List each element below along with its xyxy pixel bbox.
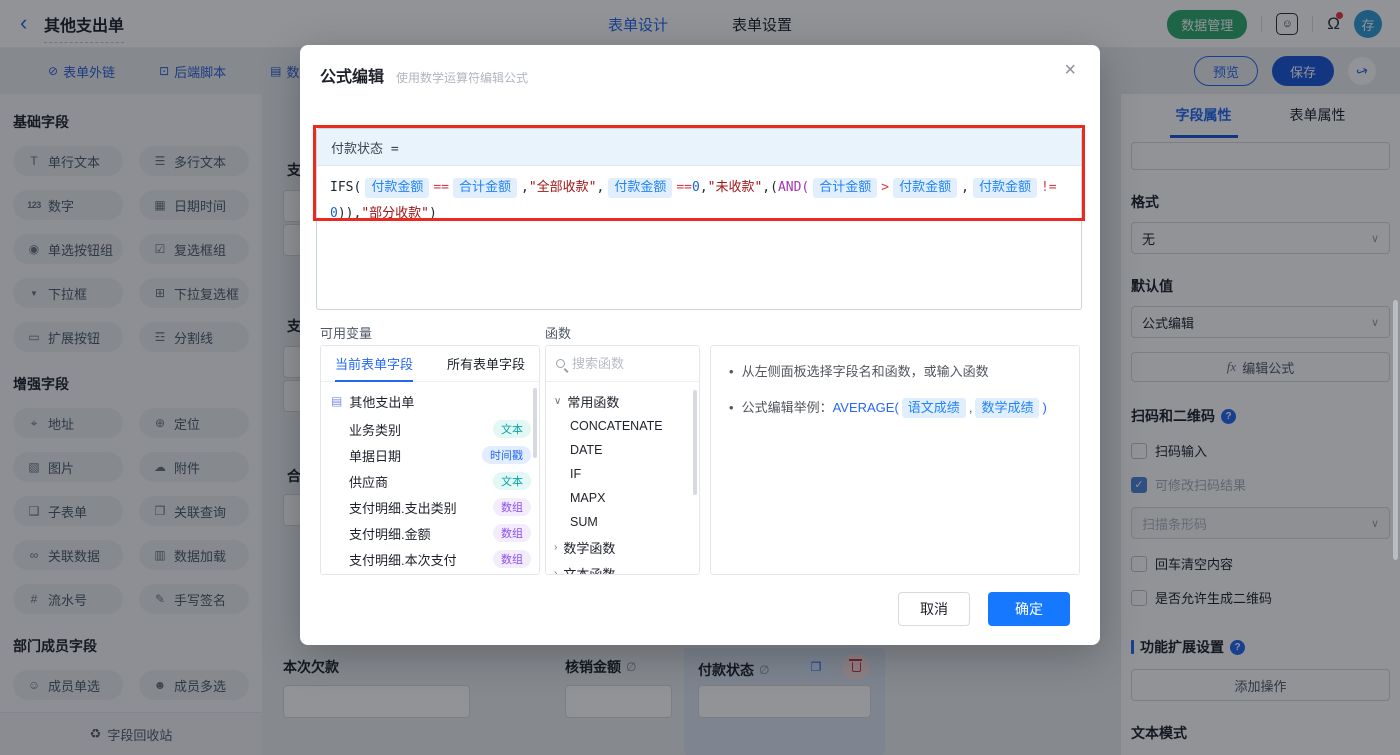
- bullet: •: [729, 400, 734, 415]
- formula-token: ==: [676, 180, 692, 195]
- chevron-right-icon: ›: [554, 541, 558, 553]
- variable-row[interactable]: 支付明细.金额 数组: [321, 520, 539, 546]
- function-group-common[interactable]: ∨ 常用函数: [546, 388, 699, 414]
- function-group-math[interactable]: › 数学函数: [546, 534, 699, 560]
- cancel-button[interactable]: 取消: [898, 592, 970, 626]
- function-group-text[interactable]: › 文本函数: [546, 560, 699, 575]
- formula-field-token[interactable]: 合计金额: [452, 178, 517, 198]
- formula-field-token[interactable]: 付款金额: [608, 178, 673, 198]
- tab-current-form-fields[interactable]: 当前表单字段: [335, 346, 414, 382]
- formula-token: 0: [691, 180, 700, 195]
- formula-field-token[interactable]: 合计金额: [813, 178, 878, 198]
- type-badge: 文本: [493, 472, 531, 490]
- formula-token: !=: [1040, 180, 1057, 195]
- formula-help-panel: • 从左侧面板选择字段名和函数，或输入函数 • 公式编辑举例：AVERAGE(语文成…: [710, 345, 1080, 575]
- function-item-mapx[interactable]: MAPX: [546, 486, 699, 510]
- variables-panel-title: 可用变量: [320, 326, 373, 341]
- formula-expression[interactable]: IFS(付款金额 == 合计金额 ,"全部收款", 付款金额 ==0,"未收款",(AND…: [317, 166, 1081, 236]
- formula-editor-modal: 公式编辑 使用数学运算符编辑公式 × 付款状态 = IFS(付款金额 == 合计金额…: [300, 45, 1100, 645]
- functions-panel: ∨常用函数 CONCATENATE DATE IF MAPX SUM ›数学函数…: [545, 345, 700, 575]
- example-field-token: 数学成绩: [975, 398, 1040, 418]
- example-function: AVERAGE(: [832, 400, 899, 415]
- variables-root-node[interactable]: ▤ 其他支出单: [321, 386, 539, 416]
- example-field-token: 语文成绩: [901, 398, 966, 418]
- formula-token: ,: [521, 180, 529, 195]
- example-paren: ): [1042, 400, 1047, 415]
- formula-token: )): [337, 206, 354, 221]
- chevron-right-icon: ›: [554, 567, 558, 575]
- formula-token: "未收款": [707, 180, 763, 195]
- variables-panel: 当前表单字段 所有表单字段 ▤ 其他支出单 业务类别 文本 单据日期 时间戳 供应商文…: [320, 345, 540, 575]
- function-item-concatenate[interactable]: CONCATENATE: [546, 414, 699, 438]
- function-item-date[interactable]: DATE: [546, 438, 699, 462]
- formula-field-token[interactable]: 付款金额: [365, 178, 430, 198]
- function-item-if[interactable]: IF: [546, 462, 699, 486]
- formula-token: ): [428, 206, 437, 221]
- chevron-down-icon: ∨: [554, 395, 562, 407]
- formula-token: ,: [961, 180, 969, 195]
- formula-token: "部分收款": [361, 206, 429, 221]
- scrollbar-thumb[interactable]: [693, 390, 697, 495]
- modal-subtitle: 使用数学运算符编辑公式: [396, 71, 529, 85]
- function-search-input[interactable]: [572, 356, 689, 371]
- document-icon: ▤: [331, 394, 343, 408]
- formula-token: >: [881, 180, 890, 195]
- variable-row[interactable]: 业务类别 文本: [321, 416, 539, 442]
- function-item-sum[interactable]: SUM: [546, 510, 699, 534]
- search-icon: [556, 359, 565, 368]
- formula-field-token[interactable]: 付款金额: [893, 178, 958, 198]
- type-badge: 时间戳: [482, 446, 531, 464]
- close-icon[interactable]: ×: [1064, 59, 1076, 82]
- variable-row[interactable]: 支付明细.本次支付 数组: [321, 546, 539, 572]
- scrollbar-thumb[interactable]: [1393, 300, 1398, 560]
- bullet: •: [729, 364, 734, 379]
- modal-title: 公式编辑: [320, 69, 385, 86]
- variable-row[interactable]: 供应商 文本: [321, 468, 539, 494]
- variable-row[interactable]: 支付明细.支出类别 数组: [321, 494, 539, 520]
- formula-token: ,(: [762, 180, 778, 195]
- confirm-button[interactable]: 确定: [988, 592, 1070, 626]
- type-badge: 数组: [493, 498, 531, 516]
- formula-token: 0: [330, 206, 338, 221]
- formula-field-token[interactable]: 付款金额: [972, 178, 1037, 198]
- formula-token: ,: [699, 180, 708, 195]
- type-badge: 数组: [493, 550, 531, 568]
- tab-all-form-fields[interactable]: 所有表单字段: [447, 346, 525, 382]
- function-search[interactable]: [546, 346, 699, 382]
- formula-token: IFS(: [330, 180, 362, 195]
- formula-token: ,: [596, 180, 605, 195]
- functions-panel-title: 函数: [545, 326, 572, 341]
- formula-target-line: 付款状态 =: [317, 129, 1081, 166]
- type-badge: 文本: [493, 420, 531, 438]
- type-badge: 数组: [493, 524, 531, 542]
- variable-row[interactable]: 单据日期 时间戳: [321, 442, 539, 468]
- formula-editor[interactable]: 付款状态 = IFS(付款金额 == 合计金额 ,"全部收款", 付款金额 ==0,"未收…: [316, 128, 1082, 310]
- scrollbar-thumb[interactable]: [533, 388, 537, 458]
- formula-token: AND(: [777, 180, 810, 195]
- formula-token: ==: [433, 180, 449, 195]
- formula-token: "全部收款": [528, 180, 597, 195]
